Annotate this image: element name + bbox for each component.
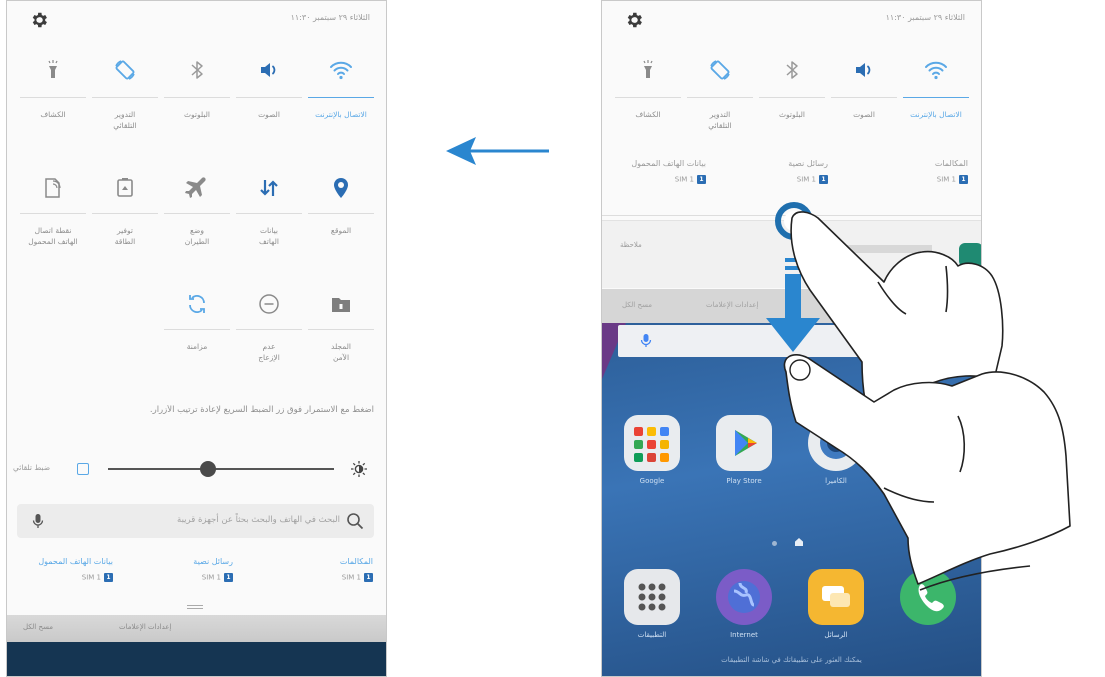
tile-mobile-data[interactable]: بيانات الهاتف bbox=[233, 175, 305, 246]
brightness-icon bbox=[351, 461, 367, 477]
bluetooth-icon bbox=[191, 61, 203, 79]
mobile-hotspot-icon bbox=[45, 178, 61, 198]
usage-messages[interactable]: رسائل نصية 1SIM 1 bbox=[728, 159, 828, 184]
tile-flashlight[interactable]: الكشاف bbox=[17, 57, 89, 119]
auto-rotate-icon bbox=[115, 60, 135, 80]
tile-power-saving-label: توفير الطاقة bbox=[114, 226, 136, 246]
notification-settings-button[interactable]: إعدادات الإعلامات bbox=[706, 301, 758, 309]
tile-auto-rotate[interactable]: التدوير التلقائي bbox=[89, 57, 161, 130]
tile-sound[interactable]: الصوت bbox=[828, 57, 900, 119]
settings-gear-icon[interactable] bbox=[624, 10, 644, 30]
tile-flashlight[interactable]: الكشاف bbox=[612, 57, 684, 119]
date-time-text: الثلاثاء ٢٩ سبتمبر ١١:٣٠ bbox=[885, 13, 965, 22]
date-time-text: الثلاثاء ٢٩ سبتمبر ١١:٣٠ bbox=[290, 13, 370, 22]
clear-all-button[interactable]: مسح الكل bbox=[23, 623, 53, 631]
tile-wifi[interactable]: الاتصال بالإنترنت bbox=[900, 57, 972, 119]
tile-sound-label: الصوت bbox=[258, 110, 280, 119]
tile-secure-folder[interactable]: المجلد الآمن bbox=[305, 291, 377, 362]
internet-browser-icon[interactable] bbox=[716, 569, 772, 625]
volume-icon bbox=[261, 63, 276, 77]
location-icon bbox=[334, 178, 348, 198]
messages-app-icon[interactable] bbox=[808, 569, 864, 625]
google-folder-icon[interactable] bbox=[624, 415, 680, 471]
search-icon[interactable] bbox=[346, 512, 364, 530]
brightness-slider-thumb[interactable] bbox=[200, 461, 217, 477]
tile-bluetooth[interactable]: البلوتوث bbox=[161, 57, 233, 119]
google-search-bar[interactable] bbox=[618, 325, 969, 357]
do-not-disturb-icon bbox=[259, 294, 279, 314]
airplane-icon bbox=[185, 177, 206, 198]
bluetooth-icon bbox=[786, 61, 798, 79]
tile-airplane-label: وضع الطيران bbox=[184, 226, 210, 246]
home-footer-text: يمكنك العثور على تطبيقاتك في شاشة التطبي… bbox=[721, 656, 862, 664]
auto-brightness-checkbox[interactable] bbox=[77, 463, 89, 475]
home-screen: Google Play Store الكاميرا التطبيقات Int… bbox=[602, 323, 981, 676]
left-arrow-icon bbox=[446, 137, 549, 165]
sync-icon bbox=[189, 295, 205, 313]
search-placeholder: البحث في الهاتف والبحث بحثاً عن أجهزة قر… bbox=[177, 515, 340, 525]
notification-app-icon bbox=[959, 243, 981, 267]
notification-actions-strip: مسح الكل إعدادات الإعلامات bbox=[7, 615, 386, 642]
play-store-icon[interactable] bbox=[716, 415, 772, 471]
tile-location[interactable]: الموقع bbox=[305, 175, 377, 235]
settings-gear-icon[interactable] bbox=[29, 10, 49, 30]
expanded-quick-panel: الثلاثاء ٢٩ سبتمبر ١١:٣٠ الاتصال بالإنتر… bbox=[6, 0, 387, 677]
flashlight-icon bbox=[643, 60, 653, 78]
status-bar: الثلاثاء ٢٩ سبتمبر ١١:٣٠ bbox=[602, 1, 981, 41]
tile-do-not-disturb[interactable]: عدم الإزعاج bbox=[233, 291, 305, 362]
panel-drag-handle[interactable] bbox=[187, 605, 203, 609]
tile-auto-rotate[interactable]: التدوير التلقائي bbox=[684, 57, 756, 130]
clear-all-button[interactable]: مسح الكل bbox=[622, 301, 652, 309]
notification-card[interactable]: ملاحظة bbox=[602, 220, 981, 288]
camera-app-icon[interactable] bbox=[808, 415, 864, 471]
tile-bluetooth-label: البلوتوث bbox=[183, 110, 210, 119]
tile-power-saving[interactable]: توفير الطاقة bbox=[89, 175, 161, 246]
tile-airplane[interactable]: وضع الطيران bbox=[161, 175, 233, 246]
tile-secure-folder-label: المجلد الآمن bbox=[331, 342, 351, 362]
notification-panel: الثلاثاء ٢٩ سبتمبر ١١:٣٠ الاتصال بالإنتر… bbox=[602, 1, 981, 216]
tile-sound[interactable]: الصوت bbox=[233, 57, 305, 119]
usage-messages[interactable]: رسائل نصية 1SIM 1 bbox=[133, 557, 233, 582]
phone-app-icon[interactable] bbox=[900, 569, 956, 625]
wifi-icon bbox=[330, 61, 352, 80]
tile-auto-rotate-label: التدوير التلقائي bbox=[113, 110, 137, 130]
page-indicator bbox=[772, 531, 821, 550]
tile-flashlight-label: الكشاف bbox=[40, 110, 66, 119]
brightness-control: ضبط تلقائي bbox=[7, 457, 386, 481]
tile-sync[interactable]: مزامنة bbox=[161, 291, 233, 351]
notification-settings-button[interactable]: إعدادات الإعلامات bbox=[119, 623, 171, 631]
secure-folder-icon bbox=[332, 298, 350, 312]
flashlight-icon bbox=[48, 60, 58, 78]
usage-mobile-data[interactable]: بيانات الهاتف المحمول 1SIM 1 bbox=[606, 159, 706, 184]
tile-location-label: الموقع bbox=[330, 226, 352, 235]
wifi-icon bbox=[925, 61, 947, 80]
notification-actions-strip: مسح الكل إعدادات الإعلامات bbox=[602, 289, 981, 323]
tile-mobile-hotspot[interactable]: نقطة اتصال الهاتف المحمول bbox=[17, 175, 89, 246]
mobile-data-icon bbox=[260, 180, 278, 196]
power-saving-icon bbox=[117, 178, 133, 197]
volume-icon bbox=[856, 63, 871, 77]
tile-sync-label: مزامنة bbox=[186, 342, 208, 351]
finder-search-bar[interactable]: البحث في الهاتف والبحث بحثاً عن أجهزة قر… bbox=[17, 504, 374, 538]
wallpaper-strip bbox=[7, 642, 386, 676]
apps-grid-icon[interactable] bbox=[624, 569, 680, 625]
tile-bluetooth[interactable]: البلوتوث bbox=[756, 57, 828, 119]
tile-mobile-data-label: بيانات الهاتف bbox=[259, 226, 279, 246]
collapsed-notification-panel: الثلاثاء ٢٩ سبتمبر ١١:٣٠ الاتصال بالإنتر… bbox=[601, 0, 982, 677]
tile-do-not-disturb-label: عدم الإزعاج bbox=[258, 342, 280, 362]
tile-mobile-hotspot-label: نقطة اتصال الهاتف المحمول bbox=[28, 226, 78, 246]
status-bar: الثلاثاء ٢٩ سبتمبر ١١:٣٠ bbox=[7, 1, 386, 41]
tile-wifi[interactable]: الاتصال بالإنترنت bbox=[305, 57, 377, 119]
usage-calls[interactable]: المكالمات 1SIM 1 bbox=[273, 557, 373, 582]
usage-calls[interactable]: المكالمات 1SIM 1 bbox=[868, 159, 968, 184]
brightness-slider-track[interactable] bbox=[108, 468, 334, 470]
microphone-icon[interactable] bbox=[31, 513, 45, 529]
auto-rotate-icon bbox=[710, 60, 730, 80]
rearrange-hint-text: اضغط مع الاستمرار فوق زر الضبط السريع لإ… bbox=[149, 405, 374, 415]
microphone-icon[interactable] bbox=[640, 333, 652, 349]
tile-wifi-label: الاتصال بالإنترنت bbox=[315, 110, 367, 119]
usage-mobile-data[interactable]: بيانات الهاتف المحمول 1SIM 1 bbox=[13, 557, 113, 582]
auto-brightness-label: ضبط تلقائي bbox=[13, 463, 51, 472]
